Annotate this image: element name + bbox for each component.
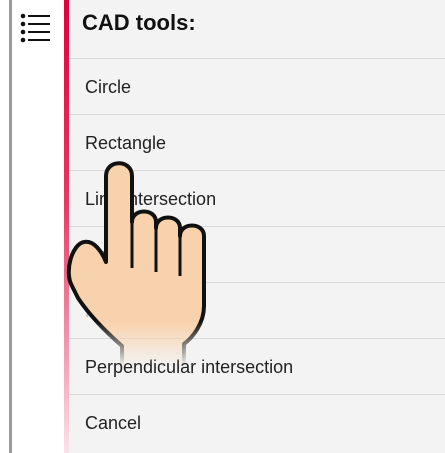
list-icon (20, 13, 50, 43)
tool-circle[interactable]: Circle (69, 58, 445, 114)
window-border (9, 0, 12, 453)
cad-tools-panel: CAD tools: Circle Rectangle Line interse… (69, 0, 445, 453)
panel-title: CAD tools: (82, 10, 196, 35)
tool-cancel[interactable]: Cancel (69, 394, 445, 450)
tool-point-shift[interactable]: Point shift (69, 282, 445, 338)
tool-perpendicular-intersection[interactable]: Perpendicular intersection (69, 338, 445, 394)
tool-line-intersection[interactable]: Line intersection (69, 170, 445, 226)
menu-toggle-button[interactable] (20, 12, 52, 46)
cad-tools-window: CAD tools: Circle Rectangle Line interse… (0, 0, 445, 453)
tool-point-shift-highlighted[interactable]: Point shift (69, 226, 445, 282)
tool-rectangle[interactable]: Rectangle (69, 114, 445, 170)
